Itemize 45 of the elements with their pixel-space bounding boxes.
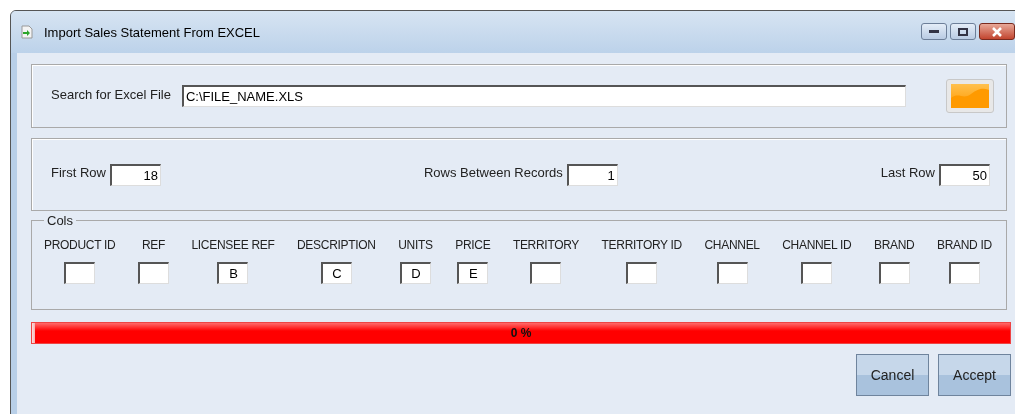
minimize-icon bbox=[929, 29, 939, 34]
maximize-icon bbox=[958, 27, 968, 36]
row-number-field[interactable]: 1 bbox=[566, 163, 618, 186]
column-label: TERRITORY ID bbox=[601, 238, 682, 252]
cols-group-title: Cols bbox=[46, 213, 74, 228]
column-letter-field[interactable]: B bbox=[217, 262, 249, 284]
column-label: PRICE bbox=[455, 238, 491, 252]
column-label: LICENSEE REF bbox=[191, 238, 275, 252]
column-letter-field[interactable] bbox=[137, 262, 169, 284]
column-letter-field[interactable] bbox=[530, 262, 562, 284]
column-letter-field[interactable] bbox=[626, 262, 658, 284]
dialog-button[interactable]: Accept bbox=[938, 354, 1011, 396]
row-label: First Row bbox=[51, 165, 106, 180]
dialog-button[interactable]: Cancel bbox=[856, 354, 929, 396]
progress-reading: 0 % bbox=[510, 326, 532, 340]
column-letter-field[interactable] bbox=[948, 262, 980, 284]
column-label: DESCRIPTION bbox=[297, 238, 376, 252]
minimize-button[interactable] bbox=[921, 23, 947, 40]
close-button[interactable] bbox=[979, 23, 1015, 40]
column-label: PRODUCT ID bbox=[44, 238, 116, 252]
column-letter-field[interactable]: C bbox=[320, 262, 352, 284]
row-number-field[interactable]: 50 bbox=[939, 163, 990, 186]
column-letter-field[interactable]: E bbox=[457, 262, 489, 284]
column-letter-field[interactable] bbox=[716, 262, 748, 284]
file-path-field[interactable]: C:\FILE_NAME.XLS bbox=[181, 85, 906, 107]
row-label: Last Row bbox=[880, 165, 935, 180]
column-label: BRAND bbox=[873, 238, 915, 252]
folder-icon bbox=[951, 84, 989, 108]
column-label: CHANNEL ID bbox=[782, 238, 852, 252]
close-icon bbox=[991, 26, 1003, 37]
column-label: BRAND ID bbox=[936, 238, 992, 252]
import-arrow-icon bbox=[20, 25, 34, 39]
row-number-field[interactable]: 18 bbox=[109, 163, 161, 186]
maximize-button[interactable] bbox=[950, 23, 976, 40]
column-letter-field[interactable] bbox=[801, 262, 833, 284]
column-label: TERRITORY bbox=[512, 238, 580, 252]
row-label: Rows Between Records bbox=[423, 165, 563, 180]
search-label: Search for Excel File bbox=[51, 86, 171, 102]
window-title: Import Sales Statement From EXCEL bbox=[44, 24, 261, 40]
column-label: REF bbox=[141, 238, 165, 252]
column-label: CHANNEL bbox=[704, 238, 760, 252]
column-letter-field[interactable]: D bbox=[399, 262, 431, 284]
column-letter-field[interactable] bbox=[64, 262, 96, 284]
column-letter-field[interactable] bbox=[878, 262, 910, 284]
column-label: UNITS bbox=[398, 238, 433, 252]
